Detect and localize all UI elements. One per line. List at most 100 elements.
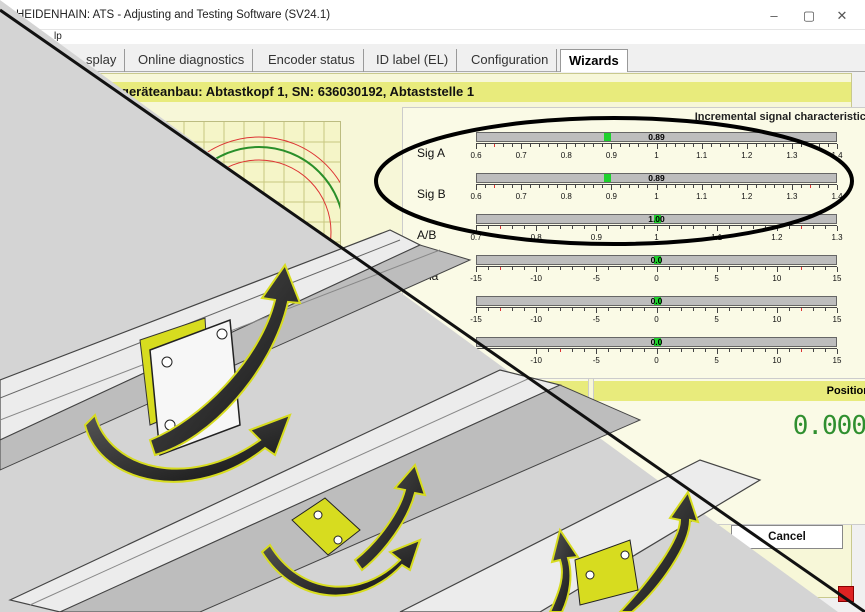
scale-minor-tick <box>827 185 829 188</box>
ats-window: HEIDENHAIN: ATS - Adjusting and Testing … <box>0 0 865 612</box>
scale-minor-tick <box>809 185 811 188</box>
scale-tick-label: -5 <box>592 274 600 283</box>
scale-tick-label: 0.8 <box>530 233 542 242</box>
scale-tick <box>596 308 598 313</box>
signal-label: A <box>417 310 426 324</box>
scale-minor-tick <box>728 226 730 229</box>
title-bar: HEIDENHAIN: ATS - Adjusting and Testing … <box>0 0 865 30</box>
scale-minor-tick <box>512 267 514 270</box>
lower-left-panel <box>33 378 589 525</box>
scale-minor-tick <box>809 144 811 147</box>
tab-wizards[interactable]: Wizards <box>560 49 628 72</box>
signal-value: 0.89 <box>648 132 665 142</box>
signal-scale: 0.6 0.7 0.8 0.9 1 1.1 1.2 1.3 1.4 <box>470 143 843 160</box>
tab-display[interactable]: splay <box>78 49 126 72</box>
scale-tick <box>837 349 838 354</box>
tab-encoder-status[interactable]: Encoder status <box>260 49 364 72</box>
scale-minor-tick <box>728 308 730 311</box>
position-readout: 0.000 <box>792 411 865 441</box>
close-button[interactable]: ✕ <box>828 6 856 26</box>
scale-tick <box>566 144 568 149</box>
wizard-panel: geräteanbau: Abtastkopf 1, SN: 636030192… <box>30 73 865 598</box>
scale-tick <box>656 267 658 272</box>
scale-minor-tick <box>539 144 541 147</box>
scale-tick <box>476 267 477 272</box>
tab-id-label[interactable]: ID label (EL) <box>368 49 458 72</box>
scale-minor-tick <box>500 267 502 270</box>
scale-tick-label: 0.8 <box>560 192 572 201</box>
scale-minor-tick <box>680 349 682 352</box>
scale-minor-tick <box>488 267 490 270</box>
scale-minor-tick <box>620 349 622 352</box>
cancel-button[interactable]: Cancel <box>731 525 843 549</box>
scale-minor-tick <box>593 185 595 188</box>
scale-tick <box>536 226 538 231</box>
scale-tick <box>656 144 658 149</box>
scale-tick-label: 0 <box>654 274 659 283</box>
scale-tick-label: 1 <box>654 192 659 201</box>
minimize-button[interactable]: – <box>760 6 788 26</box>
scale-minor-tick <box>557 144 559 147</box>
scale-tick-label: 1.1 <box>696 151 708 160</box>
scale-minor-tick <box>737 144 739 147</box>
restore-button[interactable]: ▢ <box>795 6 823 26</box>
scale-minor-tick <box>638 144 640 147</box>
scale-tick-label: 0.9 <box>605 192 617 201</box>
scale-minor-tick <box>530 185 532 188</box>
scale-tick <box>596 349 598 354</box>
scale-minor-tick <box>704 308 706 311</box>
scale-minor-tick <box>812 267 814 270</box>
scale-tick <box>716 349 718 354</box>
scale-tick-label: 1.3 <box>786 192 798 201</box>
scale-minor-tick <box>560 226 562 229</box>
scale-tick-label: 1 <box>654 151 659 160</box>
scale-tick-label: 1.1 <box>696 192 708 201</box>
scale-minor-tick <box>764 144 766 147</box>
scale-minor-tick <box>818 144 820 147</box>
tab-online-diagnostics[interactable]: Online diagnostics <box>130 49 254 72</box>
menu-help[interactable]: lp <box>54 31 62 42</box>
scale-minor-tick <box>548 226 550 229</box>
scale-minor-tick <box>644 308 646 311</box>
scale-minor-tick <box>788 226 790 229</box>
scale-minor-tick <box>644 267 646 270</box>
scale-minor-tick <box>827 144 829 147</box>
scale-minor-tick <box>632 226 634 229</box>
scale-minor-tick <box>764 349 766 352</box>
scale-minor-tick <box>560 308 562 311</box>
scale-minor-tick <box>500 308 502 311</box>
scale-tick-label: 0.7 <box>470 233 482 242</box>
scale-tick-label: 1.2 <box>771 233 783 242</box>
scale-tick-label: 15 <box>832 274 842 283</box>
scale-tick <box>837 144 838 149</box>
scale-tick-label: 0.9 <box>590 233 602 242</box>
scale-minor-tick <box>488 308 490 311</box>
scale-minor-tick <box>500 226 502 229</box>
tab-configuration[interactable]: Configuration <box>463 49 558 72</box>
scale-minor-tick <box>764 185 766 188</box>
scale-minor-tick <box>788 308 790 311</box>
scale-minor-tick <box>620 144 622 147</box>
scale-minor-tick <box>620 267 622 270</box>
scale-tick <box>521 144 523 149</box>
scale-minor-tick <box>692 349 694 352</box>
scale-minor-tick <box>668 267 670 270</box>
scale-minor-tick <box>719 185 721 188</box>
scale-tick-label: 0.7 <box>515 151 527 160</box>
scale-minor-tick <box>674 185 676 188</box>
scale-minor-tick <box>788 349 790 352</box>
scale-minor-tick <box>824 349 826 352</box>
scale-minor-tick <box>740 226 742 229</box>
scale-minor-tick <box>608 308 610 311</box>
scale-minor-tick <box>824 267 826 270</box>
scale-minor-tick <box>620 308 622 311</box>
scale-minor-tick <box>584 308 586 311</box>
scale-minor-tick <box>629 185 631 188</box>
scale-minor-tick <box>824 308 826 311</box>
scale-minor-tick <box>512 308 514 311</box>
scale-minor-tick <box>512 185 514 188</box>
scale-tick-label: 1.2 <box>741 192 753 201</box>
signal-label: A/B <box>417 228 437 242</box>
scale-tick <box>656 226 658 231</box>
scale-minor-tick <box>584 144 586 147</box>
